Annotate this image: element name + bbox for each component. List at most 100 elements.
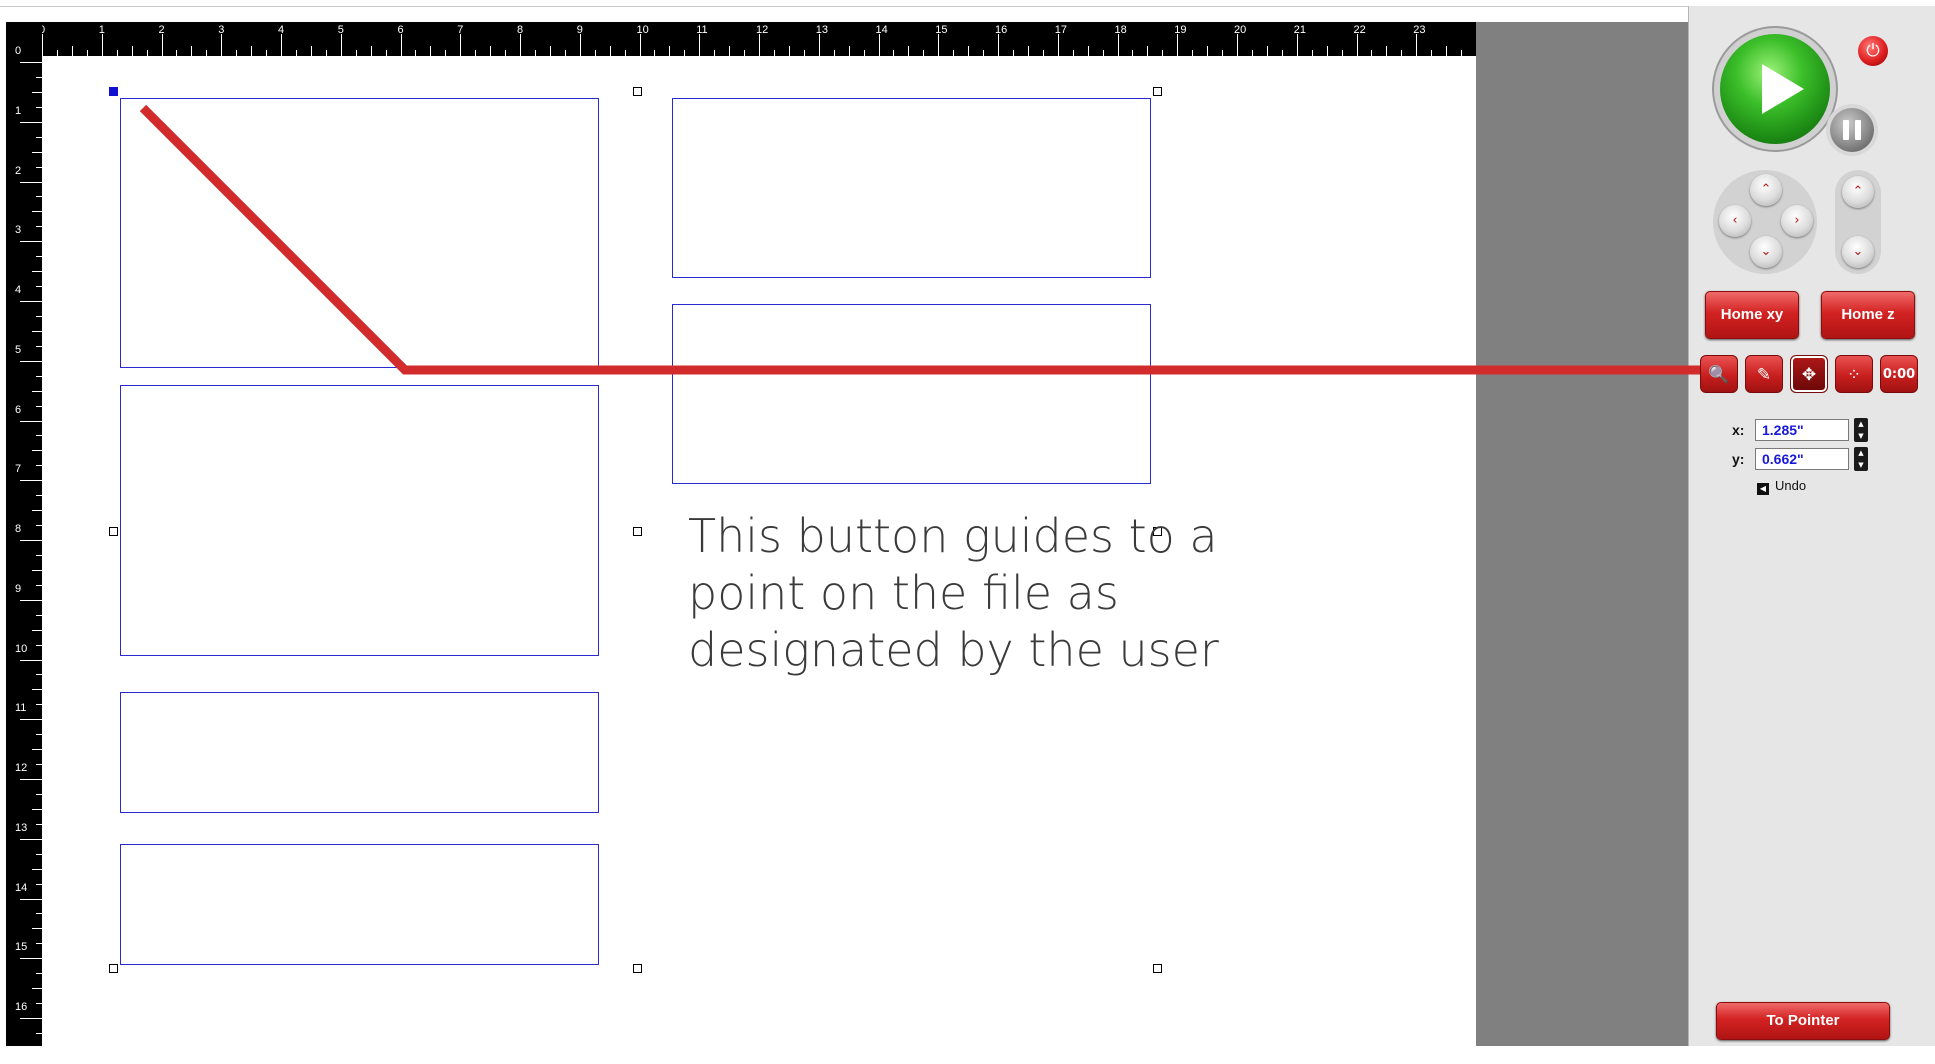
move-to-point-button[interactable]: ✥: [1790, 355, 1828, 393]
selection-handle[interactable]: [109, 87, 118, 96]
spinner-down-icon: ▼: [1858, 461, 1864, 469]
ruler-label-left: 8: [15, 523, 22, 535]
spinner-up-icon: ▲: [1858, 449, 1864, 457]
ruler-label-top: 21: [1293, 24, 1306, 36]
selection-handle[interactable]: [109, 527, 118, 536]
y-coord-spinner[interactable]: ▲ ▼: [1854, 447, 1868, 471]
selection-handle[interactable]: [1153, 87, 1162, 96]
ruler-label-left: 1: [15, 104, 22, 117]
ruler-tick: [20, 62, 42, 63]
home-xy-button[interactable]: Home xy: [1705, 291, 1799, 339]
ruler-tick: [460, 34, 462, 56]
part-outline[interactable]: [672, 304, 1151, 484]
pause-button[interactable]: [1830, 108, 1874, 152]
home-z-button[interactable]: Home z: [1821, 291, 1915, 339]
undo-button[interactable]: ◀ Undo: [1757, 478, 1806, 495]
ruler-label-left: 3: [15, 224, 22, 237]
ruler-tick: [699, 34, 701, 56]
ruler-tick: [32, 330, 42, 332]
ruler-tick: [1446, 46, 1448, 56]
ruler-tick: [20, 719, 42, 721]
ruler-tick: [36, 375, 42, 377]
ruler-tick: [818, 34, 820, 56]
ruler-tick: [36, 734, 42, 736]
start-cut-button[interactable]: [1720, 34, 1830, 144]
ruler-tick: [1192, 50, 1194, 56]
part-outline[interactable]: [120, 692, 599, 813]
pen-icon: ✎: [1756, 365, 1772, 385]
ruler-tick: [36, 435, 42, 437]
y-coord-label: y:: [1732, 451, 1745, 467]
x-coord-field[interactable]: 1.285": [1755, 419, 1849, 441]
ruler-tick: [221, 34, 223, 56]
ruler-tick: [36, 554, 42, 556]
ruler-label-top: 18: [1114, 24, 1127, 36]
zoom-tool-button[interactable]: 🔍: [1700, 355, 1738, 393]
ruler-tick: [744, 50, 746, 56]
ruler-tick: [32, 91, 42, 93]
ruler-tick: [36, 1003, 42, 1005]
ruler-tick: [878, 34, 880, 56]
ruler-tick: [968, 46, 970, 56]
ruler-label-left: 9: [15, 582, 22, 595]
ruler-tick: [998, 34, 999, 56]
part-outline[interactable]: [120, 844, 599, 965]
ruler-tick: [32, 450, 42, 452]
ruler-tick: [32, 629, 42, 631]
jog-z-up-button[interactable]: ⌃: [1842, 176, 1874, 208]
spinner-down-icon: ▼: [1858, 432, 1864, 440]
callout-text: This button guides to a point on the fil…: [688, 509, 1219, 677]
ruler-tick: [863, 50, 865, 56]
selection-handle[interactable]: [633, 964, 642, 973]
part-outline[interactable]: [120, 98, 599, 368]
part-outline[interactable]: [120, 385, 599, 656]
jog-z-down-button[interactable]: ⌄: [1842, 236, 1874, 268]
pause-icon: [1843, 120, 1849, 140]
play-icon: [1762, 64, 1804, 114]
ruler-tick: [624, 50, 626, 56]
pen-tool-button[interactable]: ✎: [1745, 355, 1783, 393]
jog-left-button[interactable]: ‹: [1719, 205, 1751, 237]
ruler-tick: [1012, 50, 1014, 56]
ruler-label-left: 15: [15, 941, 28, 954]
ruler-tick: [1237, 34, 1238, 56]
ruler-tick: [71, 46, 73, 56]
spinner-up-icon: ▲: [1858, 420, 1864, 428]
selection-handle[interactable]: [1153, 964, 1162, 973]
ruler-tick: [310, 46, 312, 56]
ruler-tick: [1296, 34, 1298, 56]
move-arrows-icon: ✥: [1801, 365, 1817, 385]
ruler-tick: [20, 1018, 42, 1019]
ruler-tick: [1207, 46, 1209, 56]
ruler-tick: [36, 495, 42, 497]
selection-handle[interactable]: [633, 527, 642, 536]
ruler-tick: [32, 211, 42, 213]
ruler-tick: [20, 898, 42, 900]
to-pointer-button[interactable]: To Pointer: [1716, 1002, 1890, 1040]
ruler-label-top: 12: [756, 24, 769, 36]
ruler-tick: [1326, 46, 1328, 56]
y-coord-field[interactable]: 0.662": [1755, 448, 1849, 470]
ruler-tick: [579, 34, 581, 56]
undo-label: Undo: [1775, 478, 1807, 493]
jog-right-button[interactable]: ›: [1781, 205, 1813, 237]
ruler-tick: [236, 50, 238, 56]
selection-handle[interactable]: [633, 87, 642, 96]
jog-down-button[interactable]: ⌄: [1750, 236, 1782, 268]
power-button[interactable]: ⏻: [1858, 36, 1888, 66]
ruler-tick: [1341, 50, 1343, 56]
ruler-tick: [1072, 50, 1074, 56]
ruler-tick: [36, 525, 42, 527]
timer-button[interactable]: 0:00: [1880, 355, 1918, 393]
selection-handle[interactable]: [109, 964, 118, 973]
ruler-tick: [176, 50, 178, 56]
part-outline[interactable]: [672, 98, 1151, 278]
ruler-tick: [32, 808, 42, 810]
ruler-tick: [1356, 34, 1358, 56]
ruler-tick: [20, 958, 42, 960]
ruler-tick: [266, 50, 268, 56]
nodes-tool-button[interactable]: ⁘: [1835, 355, 1873, 393]
ruler-tick: [32, 151, 42, 153]
x-coord-spinner[interactable]: ▲ ▼: [1854, 418, 1868, 442]
jog-up-button[interactable]: ⌃: [1750, 174, 1782, 206]
